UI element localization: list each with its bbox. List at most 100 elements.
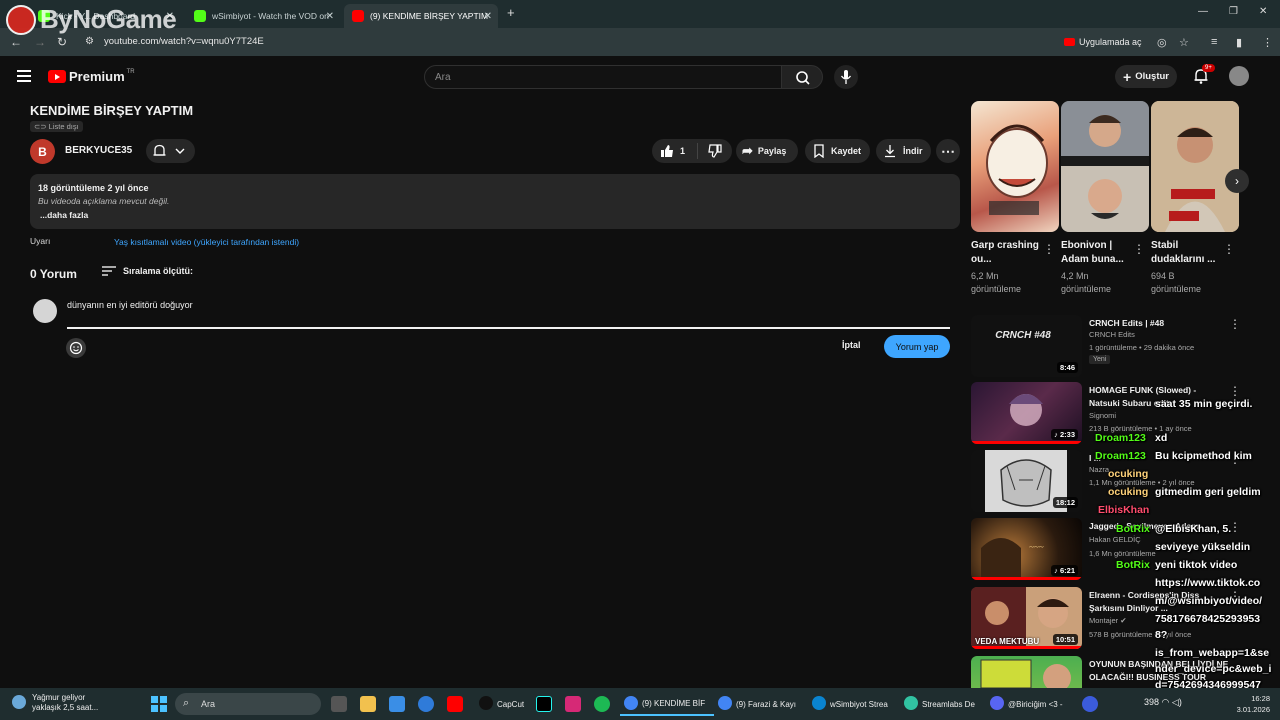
eye-off-icon[interactable]: ◎ [1157, 36, 1167, 49]
taskbar-app-streamlabs[interactable]: Streamlabs De [900, 692, 984, 716]
sort-comments-button[interactable]: Sıralama ölçütü: [102, 265, 193, 277]
channel-name[interactable]: BERKYUCE35 [65, 145, 132, 156]
windows-start-icon[interactable] [151, 696, 167, 712]
reading-list-icon[interactable]: ≡ [1211, 36, 1217, 48]
video-thumbnail[interactable]: 18:12 [971, 450, 1082, 512]
extension-icon[interactable]: ▮ [1236, 36, 1242, 49]
close-icon[interactable]: ✕ [326, 11, 334, 22]
file-explorer-icon[interactable] [360, 696, 376, 712]
url-field[interactable]: youtube.com/watch?v=wqnu0Y7T24E [104, 36, 264, 47]
download-button[interactable]: İndir [876, 139, 931, 163]
more-vert-icon[interactable]: ⋮ [1043, 242, 1055, 256]
taskbar-app-chrome-farazi[interactable]: (9) Farazi & Kayı [714, 692, 806, 716]
chat-username: BotRix [1116, 523, 1150, 535]
cancel-button[interactable]: İptal [842, 340, 861, 350]
browser-icon[interactable] [418, 696, 434, 712]
weather-widget[interactable]: Yağmur geliyor yaklaşık 2,5 saat... [12, 693, 98, 713]
tray-count: 398 [1144, 697, 1160, 707]
video-thumbnail[interactable]: ~~~ ♪ 6:21 [971, 518, 1082, 580]
hamburger-menu-icon[interactable] [17, 70, 31, 82]
more-vert-icon[interactable]: ⋮ [1223, 242, 1235, 256]
more-actions-button[interactable]: ⋯ [936, 139, 960, 163]
reload-icon[interactable]: ↻ [57, 35, 67, 49]
site-info-icon[interactable]: ⚙ [85, 36, 94, 47]
video-title[interactable]: CRNCH Edits | #48 [1089, 317, 1229, 330]
vpn-icon[interactable] [1082, 696, 1098, 712]
chat-username: Droam123 [1095, 432, 1146, 444]
channel-name[interactable]: CRNCH Edits [1089, 330, 1135, 339]
video-thumbnail[interactable]: CRNCH #48 8:46 [971, 315, 1082, 377]
youtube-premium-logo[interactable]: Premium TR [48, 69, 135, 84]
thumbnail-caption: CRNCH #48 [995, 330, 1051, 341]
watermark-text: ByNoGame [40, 4, 177, 34]
show-more-link[interactable]: ...daha fazla [40, 210, 88, 220]
submit-comment-button[interactable]: Yorum yap [884, 335, 950, 358]
tiktok-icon[interactable] [536, 696, 552, 712]
watch-progress-bar [971, 577, 1082, 580]
search-button[interactable] [781, 65, 823, 89]
short-thumbnail[interactable] [971, 101, 1059, 232]
short-thumbnail[interactable] [1151, 101, 1239, 232]
youtube-play-icon [48, 70, 66, 83]
open-in-app-button[interactable]: Uygulamada aç [1064, 35, 1142, 49]
stream-chat-overlay: saat 35 min geçirdi. Droam123 xd Droam12… [1090, 396, 1280, 691]
age-restriction-text[interactable]: Yaş kısıtlamalı video (yükleyici tarafın… [114, 237, 299, 247]
video-thumbnail[interactable] [971, 656, 1082, 688]
comment-input-underline [67, 327, 950, 329]
watch-progress-bar [971, 646, 1082, 649]
minimize-icon[interactable]: — [1198, 6, 1208, 17]
task-view-icon[interactable] [331, 696, 347, 712]
taskbar-app-discord[interactable]: @Biriciğim <3 - [986, 692, 1076, 716]
store-icon[interactable] [389, 696, 405, 712]
close-window-icon[interactable]: ✕ [1259, 6, 1267, 17]
video-thumbnail[interactable]: ♪ 2:33 [971, 382, 1082, 444]
logo-text: Premium [69, 69, 125, 84]
short-title[interactable]: Stabil dudaklarını ... [1151, 239, 1221, 267]
taskbar-app-chrome-video[interactable]: (9) KENDİME BİF [620, 692, 714, 716]
create-button[interactable]: + Oluştur [1115, 65, 1177, 88]
new-tab-icon[interactable]: + [507, 5, 515, 20]
instagram-icon[interactable] [565, 696, 581, 712]
channel-avatar[interactable]: B [30, 139, 55, 164]
watermark-logo-icon [6, 4, 36, 35]
tab-youtube-video[interactable]: (9) KENDİME BİRŞEY YAPTIM - ✕ [344, 4, 498, 28]
user-avatar[interactable] [1229, 66, 1249, 86]
menu-dots-icon[interactable]: ⋮ [1262, 36, 1273, 49]
more-vert-icon[interactable]: ⋮ [1229, 317, 1241, 331]
weather-subtitle: yaklaşık 2,5 saat... [32, 703, 99, 712]
taskbar-app-capcut[interactable]: CapCut [475, 692, 524, 716]
share-icon: ➦ [742, 143, 753, 158]
taskbar-search[interactable]: ⌕ Ara [175, 693, 321, 715]
description-box[interactable]: 18 görüntüleme 2 yıl önce Bu videoda açı… [30, 174, 960, 229]
search-input[interactable] [425, 66, 781, 88]
bookmark-star-icon[interactable]: ☆ [1179, 36, 1189, 49]
thumbnail-caption: VEDA MEKTUBU [975, 637, 1040, 646]
emoji-button[interactable] [66, 338, 86, 358]
system-tray[interactable]: 398 ◠ ◁) [1144, 697, 1182, 708]
related-video[interactable]: CRNCH #48 8:46 CRNCH Edits | #48 CRNCH E… [971, 315, 1271, 379]
clock[interactable]: 16:28 3.01.2026 [1228, 693, 1270, 715]
short-thumbnail[interactable] [1061, 101, 1149, 232]
short-title[interactable]: Ebonivon | Adam buna... [1061, 239, 1131, 267]
comment-input[interactable]: dünyanın en iyi editörü doğuyor [67, 300, 950, 310]
forward-icon[interactable]: → [34, 35, 46, 49]
thumbs-up-icon [661, 145, 673, 157]
notification-settings-button[interactable] [146, 139, 195, 163]
like-button[interactable]: 1 [652, 143, 698, 159]
video-thumbnail[interactable]: VEDA MEKTUBU 10:51 [971, 587, 1082, 649]
dislike-button[interactable] [698, 144, 722, 158]
spotify-icon[interactable] [594, 696, 610, 712]
kick-icon [194, 10, 206, 22]
short-title[interactable]: Garp crashing ou... [971, 239, 1041, 267]
share-button[interactable]: ➦ Paylaş [736, 139, 798, 163]
voice-search-button[interactable] [834, 65, 858, 89]
save-button[interactable]: Kaydet [805, 139, 870, 163]
tab-kick-vod[interactable]: wSimbiyot - Watch the VOD on ✕ [186, 4, 340, 28]
more-vert-icon[interactable]: ⋮ [1133, 242, 1145, 256]
maximize-icon[interactable]: ❐ [1229, 6, 1238, 17]
back-icon[interactable]: ← [10, 35, 22, 49]
shorts-next-button[interactable]: › [1225, 169, 1249, 193]
youtube-app-icon[interactable] [447, 696, 463, 712]
taskbar-app-edge-stream[interactable]: wSimbiyot Strea [808, 692, 900, 716]
close-icon[interactable]: ✕ [484, 11, 492, 22]
